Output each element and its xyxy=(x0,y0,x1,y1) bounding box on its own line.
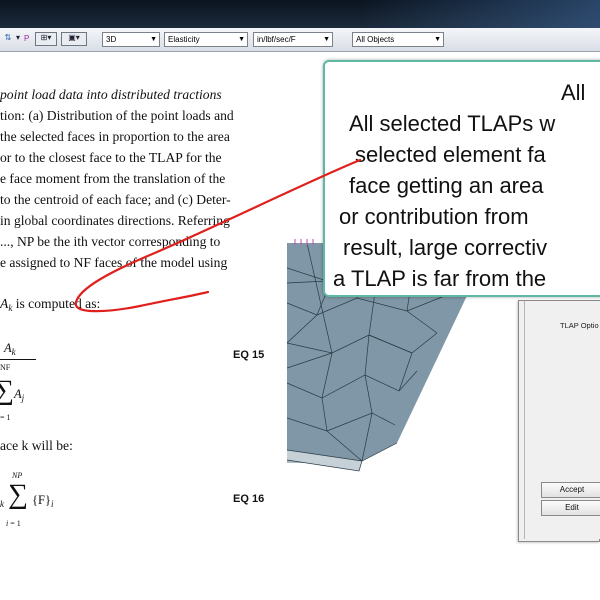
doc-line-1: tion: (a) Distribution of the point load… xyxy=(0,108,234,123)
eq15-label: EQ 15 xyxy=(233,349,265,361)
callout-line-3: face getting an area xyxy=(349,173,544,198)
eq16-label: EQ 16 xyxy=(233,493,265,505)
eq15-numerator: Ak xyxy=(4,341,16,357)
doc-line-4: e face moment from the translation of th… xyxy=(0,171,226,186)
filter-select-value: All Objects xyxy=(356,35,395,44)
edit-button[interactable]: Edit xyxy=(541,500,600,516)
view-select[interactable]: 3D ▼ xyxy=(102,32,160,47)
display-mode-icon[interactable]: ⊞▾ xyxy=(35,32,57,46)
callout-line-2: selected element fa xyxy=(355,142,546,167)
window-top-band xyxy=(0,0,600,28)
analysis-select[interactable]: Elasticity ▼ xyxy=(164,32,248,47)
computed-text: is computed as: xyxy=(12,296,101,311)
doc-line-0: point load data into distributed tractio… xyxy=(0,87,222,103)
eq15-aj: Aj xyxy=(14,387,24,403)
eq15-k: k xyxy=(11,347,16,357)
eq16-k: k xyxy=(0,499,4,509)
eq15-lower: = 1 xyxy=(0,413,11,422)
dropdown-chevron-icon[interactable]: ▾ xyxy=(13,33,23,45)
doc-face-line: ace k will be: xyxy=(0,438,73,454)
chevron-down-icon: ▼ xyxy=(150,36,157,43)
render-mode-icon[interactable]: ▣▾ xyxy=(61,32,87,46)
callout-line-1: All selected TLAPs w xyxy=(349,111,556,136)
view-select-value: 3D xyxy=(106,35,117,44)
chevron-down-icon: ▼ xyxy=(434,36,441,43)
doc-line-6: in global coordinates directions. Referr… xyxy=(0,213,230,228)
chevron-down-icon: ▼ xyxy=(238,36,245,43)
doc-line-0-text: point load data into distributed tractio… xyxy=(0,87,222,102)
eq16-lower: i = 1 xyxy=(6,519,21,528)
callout-line-4: or contribution from xyxy=(339,204,529,229)
eq16-sigma: ∑ xyxy=(8,479,28,510)
toolbar: ⇅ ▾ P ⊞▾ ▣▾ 3D ▼ Elasticity ▼ in/lbf/sec/F… xyxy=(0,28,600,52)
p-label: P xyxy=(24,34,30,43)
eq16-lower-i: i xyxy=(6,519,9,528)
select-tool-icon[interactable]: ⇅ xyxy=(3,33,13,45)
units-select-value: in/lbf/sec/F xyxy=(257,35,296,44)
eq15-nf: NF xyxy=(0,363,11,372)
eq15-fraction-bar xyxy=(0,359,36,360)
face-line-text: ace k will be: xyxy=(0,438,73,453)
eq15-aj-a: A xyxy=(14,387,22,401)
callout-line-6: a TLAP is far from the xyxy=(333,266,547,291)
callout-line-5: result, large correctiv xyxy=(343,235,548,260)
document-pane: point load data into distributed tractio… xyxy=(0,53,287,600)
eq15-j: j xyxy=(21,393,25,403)
units-select[interactable]: in/lbf/sec/F ▼ xyxy=(253,32,333,47)
chevron-down-icon: ▼ xyxy=(323,36,330,43)
callout-line-0: All xyxy=(561,80,586,105)
doc-line-7: ..., NP be the ith vector corresponding … xyxy=(0,234,221,249)
eq16-lower-eq: = 1 xyxy=(10,519,21,528)
doc-line-5: to the centroid of each face; and (c) De… xyxy=(0,192,231,207)
accept-button[interactable]: Accept xyxy=(541,482,600,498)
doc-line-3: or to the closest face to the TLAP for t… xyxy=(0,150,222,165)
doc-computed-line: Ak is computed as: xyxy=(0,296,100,313)
tlap-options-dialog: TLAP Optio Accept Edit xyxy=(518,300,600,542)
analysis-select-value: Elasticity xyxy=(168,35,200,44)
eq16-f: {F}i xyxy=(32,493,53,509)
eq15-a: A xyxy=(4,341,12,355)
eq16-f-vec: {F} xyxy=(32,493,51,507)
eq16-i: i xyxy=(50,499,54,509)
callout-box: All All selected TLAPs w selected elemen… xyxy=(323,60,600,297)
eq15-sigma: ∑ xyxy=(0,375,14,406)
top-band-glow xyxy=(360,0,600,28)
tlap-options-label: TLAP Optio xyxy=(560,321,599,330)
filter-select[interactable]: All Objects ▼ xyxy=(352,32,444,47)
doc-line-2: the selected faces in proportion to the … xyxy=(0,129,230,144)
doc-line-8: e assigned to NF faces of the model usin… xyxy=(0,255,228,270)
